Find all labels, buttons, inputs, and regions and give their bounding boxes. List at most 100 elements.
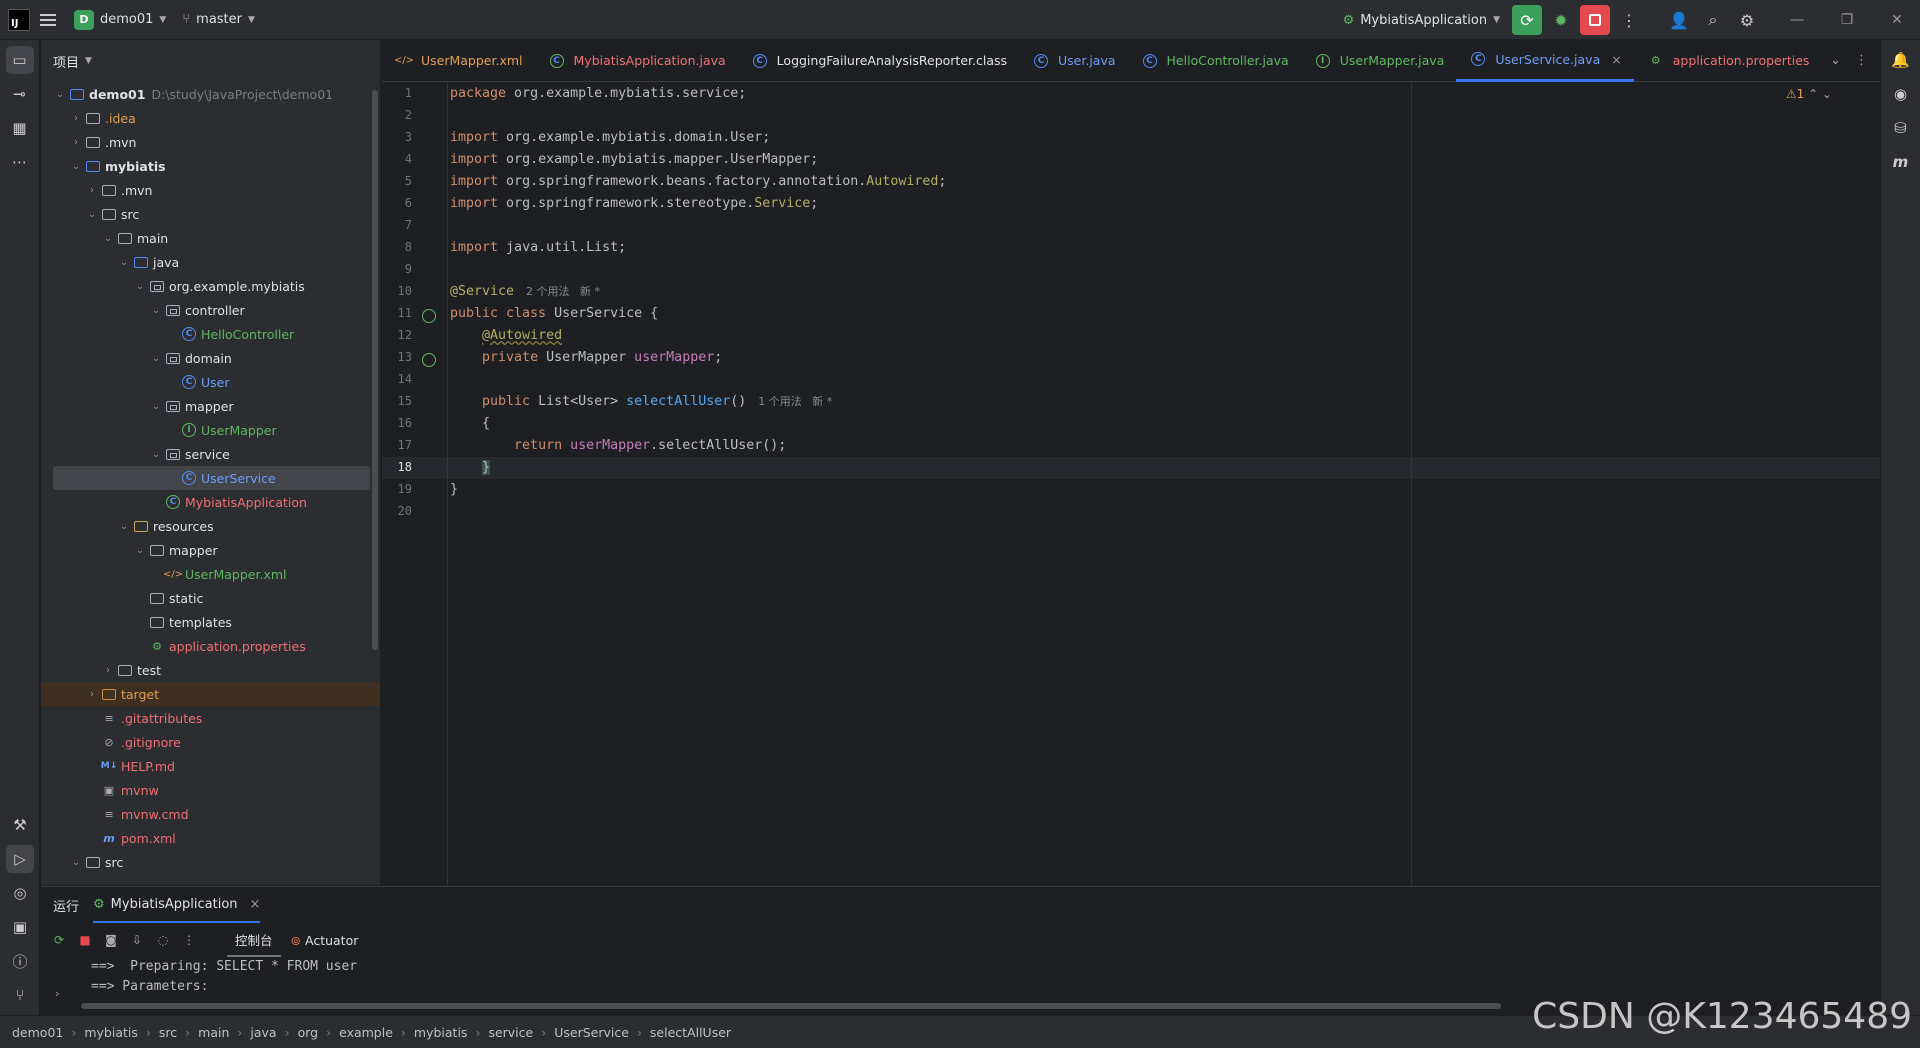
chevron-down-icon[interactable]: ⌄ [133,545,147,556]
warning-indicator[interactable]: ⚠1 ⌃ ⌄ [1786,87,1832,101]
debug-button[interactable]: ✹ [1546,5,1576,35]
build-tool-icon[interactable]: ⚒ [6,811,34,839]
tree-item-mvnw-cmd[interactable]: ≡ mvnw.cmd [41,802,380,826]
run-tool-icon[interactable]: ▷ [6,845,34,873]
tree-item-src[interactable]: ⌄ src [41,202,380,226]
actuator-tab[interactable]: ⊚ Actuator [291,933,359,948]
tab-usermapper-java[interactable]: I UserMapper.java [1301,40,1457,82]
chevron-right-icon[interactable]: › [85,185,99,196]
tree-scrollbar[interactable] [372,90,378,650]
tree-item-java[interactable]: ⌄ java [41,250,380,274]
tree-item-mvn[interactable]: › .mvn [41,178,380,202]
intellij-logo-icon[interactable]: IJ [8,8,30,31]
chevron-down-icon[interactable]: ⌄ [117,257,131,268]
tab-application-properties[interactable]: ⚙ application.properties [1634,40,1822,82]
search-icon[interactable]: ⌕ [1698,5,1728,35]
tab-userservice-java[interactable]: C UserService.java × [1456,40,1634,82]
git-tool-icon[interactable]: ⑂ [6,981,34,1009]
tree-item-main[interactable]: ⌄ main [41,226,380,250]
chevron-down-icon[interactable]: ⌄ [117,521,131,532]
minimize-button[interactable]: — [1774,0,1820,40]
usage-hint[interactable]: 1 个用法 新 * [758,395,832,408]
chevron-down-icon[interactable]: ⌄ [149,305,163,316]
chevron-down-icon[interactable]: ⌄ [69,857,83,868]
tree-item-target[interactable]: › target [41,682,380,706]
notifications-icon[interactable]: 🔔 [1887,46,1915,74]
tree-item-mvn[interactable]: › .mvn [41,130,380,154]
vcs-branch-widget[interactable]: ⑂ master ▼ [174,0,263,40]
problems-tool-icon[interactable]: ⓘ [6,947,34,975]
project-switcher[interactable]: D demo01 ▼ [66,0,174,40]
chevron-down-icon[interactable]: ⌄ [149,353,163,364]
code-editor[interactable]: 1 2 3 4 5 6 7 8 9 10 11 12 13 14 15 16 17 18 19 20 ⚠1 ⌃ ⌄ p… [382,83,1880,885]
tree-item-usermapper-xml[interactable]: </> UserMapper.xml [41,562,380,586]
console-output[interactable]: ==> Preparing: SELECT * FROM user ==> Pa… [41,957,1880,997]
tree-item-mvnw[interactable]: ▣ mvnw [41,778,380,802]
more-icon[interactable]: ⋮ [181,932,197,948]
chevron-down-icon[interactable]: ⌄ [85,209,99,220]
tree-item-templates[interactable]: templates [41,610,380,634]
breadcrumb-item[interactable]: org [298,1025,319,1040]
breadcrumb-item[interactable]: main [198,1025,229,1040]
tab-user-java[interactable]: C User.java [1019,40,1128,82]
gear-icon[interactable]: ⚙ [1732,5,1762,35]
add-user-icon[interactable]: 👤 [1664,5,1694,35]
tree-item-test[interactable]: › test [41,658,380,682]
tree-item-service[interactable]: ⌄ service [41,442,380,466]
breadcrumb-item[interactable]: mybiatis [414,1025,468,1040]
tab-usermapper-xml[interactable]: </> UserMapper.xml [382,40,535,82]
more-tools-icon[interactable]: ⋯ [6,148,34,176]
tree-item-usermapper[interactable]: I UserMapper [41,418,380,442]
tab-mybiatisapplication-java[interactable]: C MybiatisApplication.java [535,40,738,82]
tree-item-mybiatisapplication[interactable]: C MybiatisApplication [41,490,380,514]
tabs-dropdown-icon[interactable]: ⌄ [1830,53,1841,68]
chevron-down-icon[interactable]: ⌄ [149,401,163,412]
close-icon[interactable]: × [250,897,261,912]
services-tool-icon[interactable]: ◎ [6,879,34,907]
tab-loggingfailureanalysisreporter-class[interactable]: C LoggingFailureAnalysisReporter.class [738,40,1019,82]
chevron-right-icon[interactable]: › [69,137,83,148]
project-tool-icon[interactable]: ▭ [5,46,34,74]
tree-item-hellocontroller[interactable]: C HelloController [41,322,380,346]
project-panel-header[interactable]: 项目 ▼ [41,40,380,82]
stop-button[interactable] [1580,5,1610,35]
tree-item-controller[interactable]: ⌄ controller [41,298,380,322]
commit-tool-icon[interactable]: ⊸ [6,80,34,108]
maven-icon[interactable]: m [1887,148,1915,176]
run-config-selector[interactable]: ⚙ MybiatisApplication ▼ [1335,0,1508,40]
breadcrumb-item[interactable]: java [250,1025,276,1040]
chevron-right-icon[interactable]: › [85,689,99,700]
tree-item-src[interactable]: ⌄ src [41,850,380,874]
tree-item-mapper[interactable]: ⌄ mapper [41,538,380,562]
run-config-tab[interactable]: ⚙ MybiatisApplication × [93,887,261,923]
tree-item-help-md[interactable]: M↓ HELP.md [41,754,380,778]
restore-button[interactable]: ❐ [1824,0,1870,40]
breadcrumb-item[interactable]: mybiatis [84,1025,138,1040]
dump-threads-icon[interactable]: ⇩ [129,932,145,948]
tree-item-mapper[interactable]: ⌄ mapper [41,394,380,418]
spring-bean-gutter-icon[interactable] [422,309,436,323]
console-h-scrollbar[interactable] [81,1003,1501,1009]
tree-item-pom-xml[interactable]: m pom.xml [41,826,380,850]
more-actions-icon[interactable]: ⋮ [1614,5,1644,35]
breadcrumb-item[interactable]: example [339,1025,393,1040]
tree-item-gitattributes[interactable]: ≡ .gitattributes [41,706,380,730]
chevron-down-icon[interactable]: ⌄ [53,89,67,100]
breadcrumb-item[interactable]: src [159,1025,177,1040]
camera-icon[interactable]: ◙ [103,932,119,948]
close-icon[interactable]: × [1611,52,1621,67]
breadcrumb-item[interactable]: service [488,1025,533,1040]
main-menu-icon[interactable] [40,13,56,26]
tree-item-gitignore[interactable]: ⊘ .gitignore [41,730,380,754]
usage-hint[interactable]: 2 个用法 新 * [526,285,600,298]
tree-item-user[interactable]: C User [41,370,380,394]
tree-item-mybiatis[interactable]: ⌄ mybiatis [41,154,380,178]
tree-item-application-properties[interactable]: ⚙ application.properties [41,634,380,658]
chevron-down-icon[interactable]: ⌄ [69,161,83,172]
console-tab[interactable]: 控制台 [227,923,281,957]
structure-tool-icon[interactable]: ▦ [6,114,34,142]
tree-item-static[interactable]: static [41,586,380,610]
tree-item-userservice[interactable]: C UserService [53,466,370,490]
close-window-button[interactable]: ✕ [1874,0,1920,40]
tab-hellocontroller-java[interactable]: C HelloController.java [1128,40,1301,82]
